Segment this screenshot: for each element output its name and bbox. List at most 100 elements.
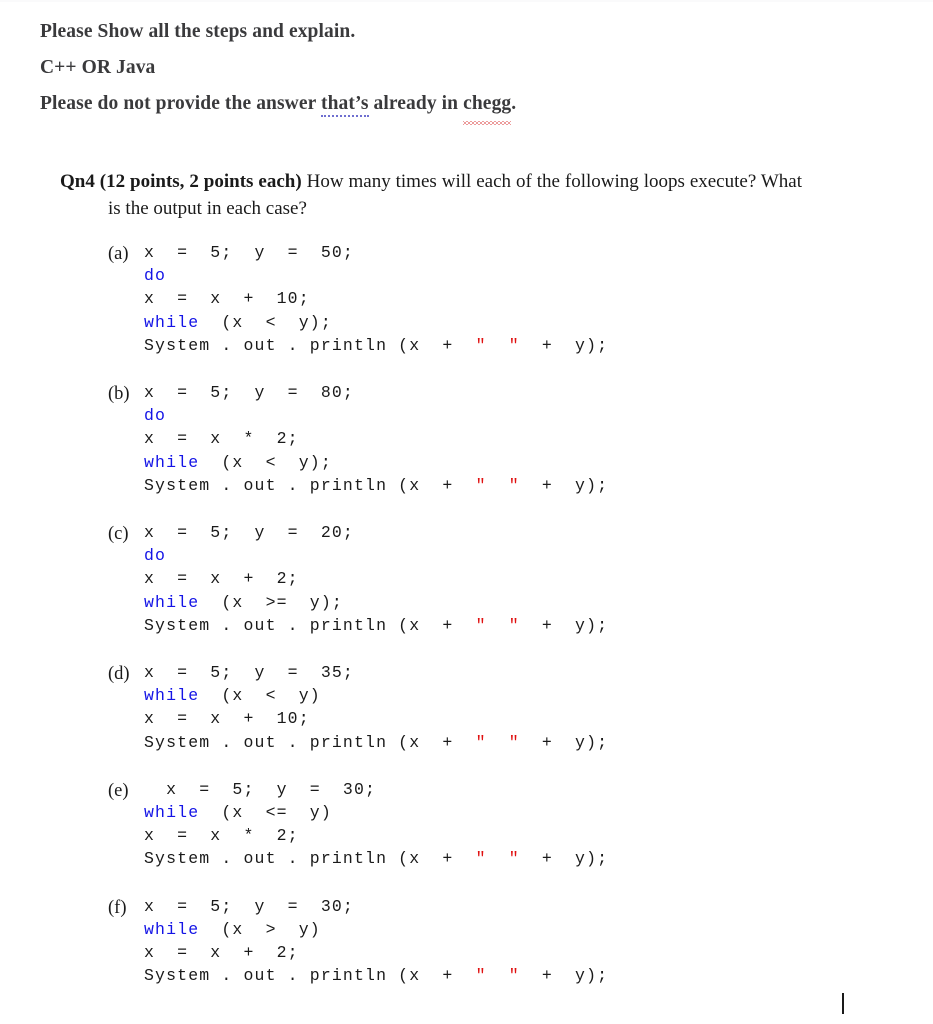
page-top-edge xyxy=(0,0,933,2)
code-keyword: while xyxy=(144,686,200,706)
code-line: x = 5; y = 50; xyxy=(144,241,808,264)
code-line: do xyxy=(144,544,808,567)
question-label: Qn4 (12 points, 2 points each) xyxy=(60,171,302,192)
code-keyword: while xyxy=(144,919,200,939)
prompt-line-3-end: . xyxy=(511,93,517,114)
code-line: x = x + 2; xyxy=(144,941,808,964)
code-block: x = 5; y = 80; do x = x * 2; while (x < y);… xyxy=(108,381,808,497)
code-string-literal: " " xyxy=(475,966,520,986)
code-line: x = 5; y = 35; xyxy=(144,661,808,684)
code-text: x = 5; y = 50; xyxy=(144,243,354,262)
code-text: x = x + 10; xyxy=(144,709,310,729)
prompt-line-3-mid: already in xyxy=(368,93,464,114)
prompt-line-3: Please do not provide the answer that’s … xyxy=(40,86,900,125)
code-text: (x < y); xyxy=(199,452,332,472)
code-text: x = 5; y = 30; xyxy=(144,779,377,799)
code-text: x = x + 2; xyxy=(144,569,299,589)
code-block: x = 5; y = 50; do x = x + 10; while (x < y)… xyxy=(108,241,808,357)
code-line: while (x > y) xyxy=(144,918,808,941)
code-string-literal: " " xyxy=(475,475,520,495)
code-string-literal: " " xyxy=(475,849,520,869)
code-text: + y); xyxy=(519,732,609,752)
code-text: x = 5; y = 30; xyxy=(144,896,354,916)
code-item-label: (f) xyxy=(108,897,127,918)
code-text: x = x * 2; xyxy=(144,429,299,449)
code-text: + y); xyxy=(519,615,609,635)
code-keyword: do xyxy=(144,546,167,566)
code-item-label: (d) xyxy=(108,664,130,685)
code-item-label: (e) xyxy=(108,780,129,801)
question-paragraph: Qn4 (12 points, 2 points each) How many … xyxy=(60,168,802,222)
code-text: (x <= y) xyxy=(199,803,332,823)
code-keyword: while xyxy=(144,452,200,472)
code-text: x = 5; y = 35; xyxy=(144,663,354,683)
code-text: + y); xyxy=(519,335,609,355)
prompt-header: Please Show all the steps and explain. C… xyxy=(40,14,900,125)
code-item-label: (a) xyxy=(108,244,129,264)
code-item: (d) x = 5; y = 35; while (x < y) x = x + 10… xyxy=(108,661,808,754)
prompt-line-3-pre: Please do not provide the answer xyxy=(40,93,321,114)
code-item-list: (a) x = 5; y = 50; do x = x + 10; while (x <… xyxy=(108,241,808,1011)
code-line: x = 5; y = 30; xyxy=(144,778,808,801)
code-keyword: do xyxy=(144,266,167,286)
code-line: do xyxy=(144,404,808,427)
code-line: x = x + 10; xyxy=(144,707,808,730)
code-line: x = x + 10; xyxy=(144,287,808,310)
grammar-error-text: that’s xyxy=(321,93,369,117)
code-keyword: while xyxy=(144,312,200,332)
code-text: x = x + 2; xyxy=(144,943,299,963)
code-item: (c) x = 5; y = 20; do x = x + 2; while (x >=… xyxy=(108,521,808,637)
code-block: x = 5; y = 35; while (x < y) x = x + 10; Sy… xyxy=(108,661,808,754)
code-line: do xyxy=(144,264,808,287)
code-text: + y); xyxy=(519,966,609,986)
code-line: System . out . println (x + " " + y); xyxy=(144,474,808,497)
prompt-line-1: Please Show all the steps and explain. xyxy=(40,21,356,42)
code-line: System . out . println (x + " " + y); xyxy=(144,964,808,987)
code-line: System . out . println (x + " " + y); xyxy=(144,847,808,870)
code-string-literal: " " xyxy=(475,732,520,752)
code-text: + y); xyxy=(519,849,609,869)
code-text: x = 5; y = 20; xyxy=(144,523,354,543)
code-item-label: (b) xyxy=(108,384,130,405)
code-string-literal: " " xyxy=(475,335,520,355)
code-text: (x >= y); xyxy=(199,592,343,612)
code-text: + y); xyxy=(519,475,609,495)
code-item-label: (c) xyxy=(108,524,129,545)
code-block: x = 5; y = 20; do x = x + 2; while (x >= y)… xyxy=(108,521,808,637)
code-keyword: while xyxy=(144,803,200,823)
code-text: System . out . println (x + xyxy=(144,966,476,986)
code-text: System . out . println (x + xyxy=(144,615,476,635)
code-text: System . out . println (x + xyxy=(144,475,476,495)
code-line: x = x + 2; xyxy=(144,567,808,590)
code-text: System . out . println (x + xyxy=(144,335,476,355)
code-item: (b) x = 5; y = 80; do x = x * 2; while (x < … xyxy=(108,381,808,497)
code-block: x = 5; y = 30; while (x <= y) x = x * 2; Sy… xyxy=(108,778,808,871)
code-item: (e) x = 5; y = 30; while (x <= y) x = x * … xyxy=(108,778,808,871)
code-text: System . out . println (x + xyxy=(144,849,476,869)
code-line: while (x < y); xyxy=(144,311,808,334)
code-keyword: while xyxy=(144,592,200,612)
code-line: x = x * 2; xyxy=(144,427,808,450)
code-item: (f) x = 5; y = 30; while (x > y) x = x + 2;… xyxy=(108,895,808,988)
text-caret xyxy=(842,993,844,1014)
code-line: x = x * 2; xyxy=(144,824,808,847)
code-line: while (x <= y) xyxy=(144,801,808,824)
code-item: (a) x = 5; y = 50; do x = x + 10; while (x <… xyxy=(108,241,808,357)
code-line: while (x >= y); xyxy=(144,591,808,614)
spelling-error-text: chegg xyxy=(463,86,512,125)
code-keyword: do xyxy=(144,406,167,426)
code-line: while (x < y) xyxy=(144,684,808,707)
code-line: x = 5; y = 20; xyxy=(144,521,808,544)
code-line: System . out . println (x + " " + y); xyxy=(144,614,808,637)
code-block: x = 5; y = 30; while (x > y) x = x + 2; Sys… xyxy=(108,895,808,988)
code-line: System . out . println (x + " " + y); xyxy=(144,334,808,357)
code-text: x = x + 10; xyxy=(144,289,310,309)
code-line: x = 5; y = 30; xyxy=(144,895,808,918)
code-text: (x < y) xyxy=(199,686,321,706)
code-string-literal: " " xyxy=(475,615,520,635)
question-heading: Qn4 (12 points, 2 points each) How many … xyxy=(60,168,802,222)
code-text: (x > y) xyxy=(199,919,321,939)
code-text: x = x * 2; xyxy=(144,826,299,846)
code-line: x = 5; y = 80; xyxy=(144,381,808,404)
prompt-line-2: C++ OR Java xyxy=(40,57,156,78)
